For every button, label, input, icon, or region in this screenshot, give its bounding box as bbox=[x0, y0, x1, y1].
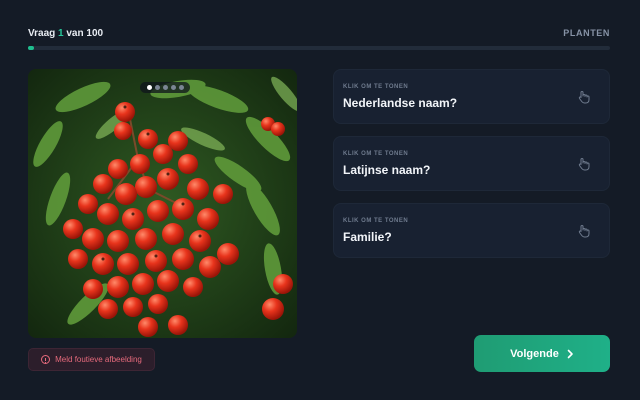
card-question: Nederlandse naam? bbox=[343, 96, 458, 110]
next-button[interactable]: Volgende bbox=[474, 335, 610, 372]
chevron-right-icon bbox=[567, 349, 573, 358]
counter-middle: van bbox=[66, 28, 84, 39]
reveal-card-latin-name[interactable]: KLIK OM TE TONEN Latijnse naam? bbox=[333, 136, 610, 191]
report-image-label: Meld foutieve afbeelding bbox=[55, 355, 142, 364]
berry-image bbox=[28, 69, 297, 338]
next-button-label: Volgende bbox=[510, 347, 559, 360]
hand-pointer-icon bbox=[578, 91, 590, 104]
quiz-header: Vraag 1 van 100 PLANTEN bbox=[28, 28, 610, 40]
question-counter: Vraag 1 van 100 bbox=[28, 28, 103, 39]
carousel-dot[interactable] bbox=[178, 85, 184, 90]
carousel-dot[interactable] bbox=[146, 85, 152, 90]
reveal-card-dutch-name[interactable]: KLIK OM TE TONEN Nederlandse naam? bbox=[333, 69, 610, 124]
reveal-hint: KLIK OM TE TONEN bbox=[343, 151, 409, 157]
progress-fill bbox=[28, 46, 34, 50]
plant-photo bbox=[28, 69, 297, 338]
image-carousel-dots[interactable] bbox=[140, 82, 190, 93]
carousel-dot[interactable] bbox=[162, 85, 168, 90]
card-question: Familie? bbox=[343, 230, 392, 244]
carousel-dot[interactable] bbox=[170, 85, 176, 90]
card-question: Latijnse naam? bbox=[343, 163, 431, 177]
counter-total: 100 bbox=[86, 28, 104, 39]
category-label: PLANTEN bbox=[563, 28, 610, 38]
carousel-dot[interactable] bbox=[154, 85, 160, 90]
reveal-card-family[interactable]: KLIK OM TE TONEN Familie? bbox=[333, 203, 610, 258]
counter-current: 1 bbox=[58, 28, 64, 39]
alert-circle-icon bbox=[41, 355, 51, 364]
hand-pointer-icon bbox=[578, 158, 590, 171]
reveal-hint: KLIK OM TE TONEN bbox=[343, 84, 409, 90]
counter-prefix: Vraag bbox=[28, 28, 56, 39]
progress-bar bbox=[28, 46, 610, 50]
report-image-button[interactable]: Meld foutieve afbeelding bbox=[28, 348, 155, 371]
hand-pointer-icon bbox=[578, 225, 590, 238]
reveal-hint: KLIK OM TE TONEN bbox=[343, 218, 409, 224]
